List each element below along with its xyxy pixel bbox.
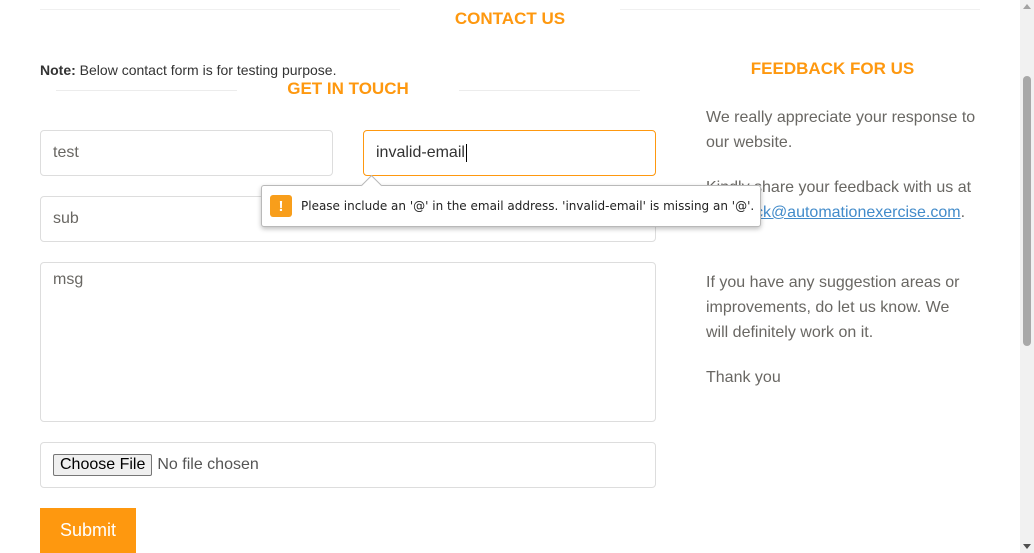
get-in-touch-left-line [56,90,237,91]
scrollbar-thumb[interactable] [1023,76,1031,346]
feedback-period: . [960,204,966,221]
feedback-title: FEEDBACK FOR US [750,59,915,78]
scroll-down-arrow-icon[interactable] [1023,544,1031,549]
text-caret [465,144,467,162]
feedback-paragraph-4: Thank you [706,369,781,386]
message-textarea[interactable]: msg [40,262,656,422]
validation-message: Please include an '@' in the email addre… [301,199,755,213]
page-scrollbar[interactable] [1020,0,1034,553]
file-status: No file chosen [157,456,259,473]
get-in-touch-right-line [459,90,640,91]
subject-value: sub [53,210,79,227]
email-input[interactable]: invalid-email [363,130,656,176]
email-value: invalid-email [376,144,465,161]
get-in-touch-title: GET IN TOUCH [287,79,409,98]
submit-button[interactable]: Submit [40,508,136,553]
choose-file-button[interactable]: Choose File [53,454,153,476]
file-upload-field: Choose File No file chosen [40,442,656,488]
note-text: Below contact form is for testing purpos… [75,62,337,78]
warning-icon: ! [270,195,292,217]
note-label: Note: [40,62,76,78]
scroll-up-arrow-icon[interactable] [1023,4,1031,9]
name-value: test [53,144,79,161]
feedback-paragraph-1: We really appreciate your response to ou… [706,109,976,151]
name-input[interactable]: test [40,130,333,176]
feedback-paragraph-3: If you have any suggestion areas or impr… [706,274,960,341]
test-note: Note: Below contact form is for testing … [40,62,336,78]
email-validation-tooltip: ! Please include an '@' in the email add… [261,185,761,227]
message-value: msg [53,271,84,288]
contact-us-title: CONTACT US [400,9,620,31]
